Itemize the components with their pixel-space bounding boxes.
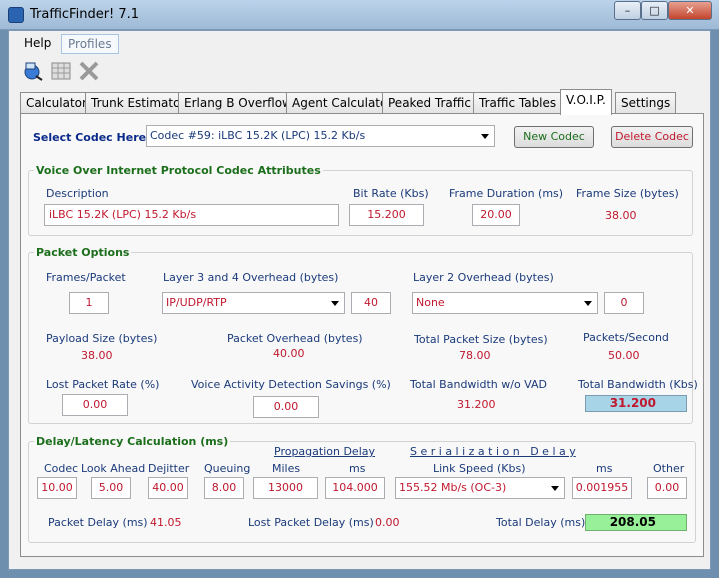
total-packet-size-value: 78.00: [459, 349, 491, 362]
packet-overhead-label: Packet Overhead (bytes): [227, 332, 363, 345]
queuing-label: Queuing: [204, 462, 251, 475]
table-icon[interactable]: [50, 60, 71, 80]
chevron-down-icon: [551, 486, 559, 491]
other-delay-label: Other: [653, 462, 685, 475]
total-delay-label: Total Delay (ms): [496, 516, 586, 529]
menu-help[interactable]: Help: [18, 34, 57, 52]
packets-per-second-value: 50.00: [608, 349, 640, 362]
chevron-down-icon: [584, 301, 592, 306]
payload-size-value: 38.00: [81, 349, 113, 362]
l2-overhead-select[interactable]: None: [412, 292, 598, 314]
miles-label: Miles: [272, 462, 301, 475]
tab-traffic-tables[interactable]: Traffic Tables: [473, 92, 563, 114]
propagation-delay-label: Propagation Delay: [274, 445, 376, 458]
l34-overhead-select-value: IP/UDP/RTP: [166, 296, 227, 309]
codec-select[interactable]: Codec #59: iLBC 15.2K (LPC) 15.2 Kb/s: [146, 125, 495, 147]
total-bandwidth-label: Total Bandwidth (Kbs): [578, 378, 698, 391]
bandwidth-novad-value: 31.200: [457, 398, 496, 411]
tab-settings[interactable]: Settings: [615, 92, 677, 114]
chevron-down-icon: [481, 134, 489, 139]
l2-overhead-label: Layer 2 Overhead (bytes): [413, 271, 554, 284]
window-title: TrafficFinder! 7.1: [30, 7, 140, 22]
codec-attributes-title: Voice Over Internet Protocol Codec Attri…: [34, 164, 323, 177]
l2-overhead-field[interactable]: 0: [604, 292, 644, 314]
description-field[interactable]: iLBC 15.2K (LPC) 15.2 Kb/s: [44, 204, 339, 226]
minimize-button[interactable]: –: [614, 1, 641, 20]
bitrate-field[interactable]: 15.200: [349, 204, 424, 226]
menu-profiles[interactable]: Profiles: [61, 34, 119, 54]
excel-icon[interactable]: [78, 60, 99, 81]
packet-overhead-value: 40.00: [273, 347, 305, 360]
propagation-ms-field[interactable]: 104.000: [325, 477, 385, 499]
other-delay-field[interactable]: 0.00: [647, 477, 687, 499]
new-codec-button[interactable]: New Codec: [514, 126, 594, 148]
packet-delay-value: 41.05: [150, 516, 182, 529]
lookahead-field[interactable]: 5.00: [91, 477, 131, 499]
packet-options-title: Packet Options: [34, 246, 132, 259]
close-button[interactable]: ✕: [668, 1, 712, 20]
packets-per-second-label: Packets/Second: [583, 331, 669, 344]
total-packet-size-label: Total Packet Size (bytes): [414, 333, 548, 346]
tab-trunk-estimator[interactable]: Trunk Estimator: [85, 92, 192, 114]
packet-delay-label: Packet Delay (ms): [48, 516, 148, 529]
vad-savings-label: Voice Activity Detection Savings (%): [191, 378, 391, 391]
l34-overhead-select[interactable]: IP/UDP/RTP: [162, 292, 345, 314]
bandwidth-novad-label: Total Bandwidth w/o VAD: [410, 378, 547, 391]
codec-attributes-group: [28, 170, 693, 236]
delete-codec-button[interactable]: Delete Codec: [611, 126, 693, 148]
dejitter-field[interactable]: 40.00: [148, 477, 188, 499]
l34-overhead-field[interactable]: 40: [351, 292, 391, 314]
codec-delay-label: Codec: [44, 462, 79, 475]
lookahead-label: Look Ahead: [81, 462, 146, 475]
codec-delay-field[interactable]: 10.00: [37, 477, 77, 499]
payload-size-label: Payload Size (bytes): [46, 332, 158, 345]
dejitter-label: Dejitter: [148, 462, 190, 475]
link-speed-label: Link Speed (Kbs): [433, 462, 526, 475]
lost-packet-rate-field[interactable]: 0.00: [62, 394, 128, 416]
frames-per-packet-field[interactable]: 1: [69, 292, 109, 314]
tab-peaked-traffic[interactable]: Peaked Traffic: [382, 92, 477, 114]
link-speed-select-value: 155.52 Mb/s (OC-3): [399, 481, 507, 494]
disk-icon[interactable]: [22, 60, 43, 81]
lost-packet-delay-label: Lost Packet Delay (ms): [248, 516, 374, 529]
lost-packet-rate-label: Lost Packet Rate (%): [46, 378, 160, 391]
total-bandwidth-value: 31.200: [585, 395, 687, 412]
serialization-ms-label: ms: [596, 462, 613, 475]
chevron-down-icon: [331, 301, 339, 306]
frame-size-label: Frame Size (bytes): [576, 187, 679, 200]
tab-erlang-b-overflow[interactable]: Erlang B Overflow: [178, 92, 298, 114]
frame-duration-label: Frame Duration (ms): [449, 187, 564, 200]
vad-savings-field[interactable]: 0.00: [253, 396, 319, 418]
l2-overhead-select-value: None: [416, 296, 445, 309]
propagation-ms-label: ms: [349, 462, 366, 475]
serialization-delay-label: S e r i a l i z a t i o n D e l a y: [410, 445, 576, 458]
queuing-field[interactable]: 8.00: [204, 477, 244, 499]
tab-voip[interactable]: V.O.I.P.: [560, 89, 612, 115]
total-delay-value: 208.05: [585, 514, 687, 531]
codec-select-value: Codec #59: iLBC 15.2K (LPC) 15.2 Kb/s: [150, 129, 366, 142]
tab-calculator[interactable]: Calculator: [20, 92, 93, 114]
app-icon: [8, 7, 24, 23]
description-label: Description: [46, 187, 109, 200]
select-codec-label: Select Codec Here:: [33, 131, 151, 144]
frame-size-value: 38.00: [605, 209, 637, 222]
frame-duration-field[interactable]: 20.00: [472, 204, 520, 226]
delay-title: Delay/Latency Calculation (ms): [34, 435, 231, 448]
frames-per-packet-label: Frames/Packet: [46, 271, 126, 284]
maximize-button[interactable]: □: [641, 1, 668, 20]
l34-overhead-label: Layer 3 and 4 Overhead (bytes): [163, 271, 339, 284]
link-speed-select[interactable]: 155.52 Mb/s (OC-3): [395, 477, 565, 499]
lost-packet-delay-value: 0.00: [375, 516, 400, 529]
bitrate-label: Bit Rate (Kbs): [353, 187, 429, 200]
miles-field[interactable]: 13000: [253, 477, 318, 499]
serialization-ms-field[interactable]: 0.001955: [572, 477, 632, 499]
